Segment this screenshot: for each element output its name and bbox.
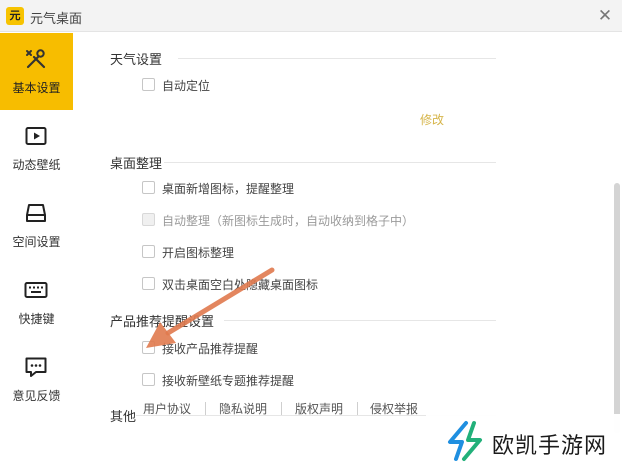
feedback-icon bbox=[25, 357, 47, 377]
vertical-scrollbar[interactable] bbox=[613, 33, 622, 469]
section-divider bbox=[224, 320, 496, 321]
play-icon bbox=[25, 127, 47, 145]
option-label: 开启图标整理 bbox=[162, 246, 235, 260]
watermark: 欧凯手游网 bbox=[426, 414, 622, 469]
section-title-other: 其他 bbox=[110, 410, 137, 425]
option-label: 自动定位 bbox=[162, 79, 211, 93]
tools-icon bbox=[26, 49, 46, 69]
option-label: 自动整理（新图标生成时，自动收纳到格子中） bbox=[162, 214, 415, 228]
option-label: 接收产品推荐提醒 bbox=[162, 342, 259, 356]
section-divider bbox=[178, 58, 496, 59]
sidebar: 基本设置 动态壁纸 空间设置 快捷键 意见反馈 bbox=[0, 33, 73, 469]
sidebar-item-label: 基本设置 bbox=[12, 81, 61, 95]
sidebar-item-live-wallpaper[interactable]: 动态壁纸 bbox=[0, 110, 73, 187]
copyright-link[interactable]: 版权声明 bbox=[295, 400, 343, 417]
checkbox[interactable] bbox=[142, 213, 155, 226]
link-separator bbox=[357, 402, 358, 415]
sidebar-item-shortcuts[interactable]: 快捷键 bbox=[0, 264, 73, 341]
keyboard-icon bbox=[24, 282, 48, 298]
section-title-recommend: 产品推荐提醒设置 bbox=[110, 315, 215, 330]
drive-icon bbox=[26, 204, 46, 222]
option-label: 双击桌面空白处隐藏桌面图标 bbox=[162, 278, 319, 292]
section-divider bbox=[164, 162, 496, 163]
sidebar-item-label: 动态壁纸 bbox=[12, 158, 61, 172]
checkbox[interactable] bbox=[142, 373, 155, 386]
sidebar-item-feedback[interactable]: 意见反馈 bbox=[0, 341, 73, 418]
watermark-text: 欧凯手游网 bbox=[492, 434, 608, 459]
checkbox[interactable] bbox=[142, 78, 155, 91]
section-title-desktop: 桌面整理 bbox=[110, 157, 163, 172]
checkbox[interactable] bbox=[142, 181, 155, 194]
title-bar: 元 元气桌面 ✕ bbox=[0, 0, 622, 32]
link-separator bbox=[205, 402, 206, 415]
link-separator bbox=[281, 402, 282, 415]
infringement-report-link[interactable]: 侵权举报 bbox=[370, 400, 418, 417]
scrollbar-thumb[interactable] bbox=[614, 183, 620, 433]
sidebar-item-basic-settings[interactable]: 基本设置 bbox=[0, 33, 73, 110]
section-title-weather: 天气设置 bbox=[110, 53, 163, 68]
checkbox[interactable] bbox=[142, 245, 155, 258]
sidebar-item-label: 快捷键 bbox=[18, 312, 55, 326]
sidebar-item-label: 意见反馈 bbox=[12, 389, 61, 403]
sidebar-item-label: 空间设置 bbox=[12, 235, 61, 249]
watermark-logo-icon bbox=[448, 421, 482, 461]
option-label: 桌面新增图标，提醒整理 bbox=[162, 182, 295, 196]
checkbox[interactable] bbox=[142, 277, 155, 290]
window-title: 元气桌面 bbox=[30, 12, 83, 27]
privacy-link[interactable]: 隐私说明 bbox=[219, 400, 267, 417]
user-agreement-link[interactable]: 用户协议 bbox=[143, 400, 191, 417]
checkbox[interactable] bbox=[142, 341, 155, 354]
app-logo: 元 bbox=[6, 7, 24, 25]
option-label: 接收新壁纸专题推荐提醒 bbox=[162, 374, 295, 388]
sidebar-item-space-settings[interactable]: 空间设置 bbox=[0, 187, 73, 264]
edit-location-link[interactable]: 修改 bbox=[420, 111, 444, 128]
close-button[interactable]: ✕ bbox=[594, 5, 616, 27]
